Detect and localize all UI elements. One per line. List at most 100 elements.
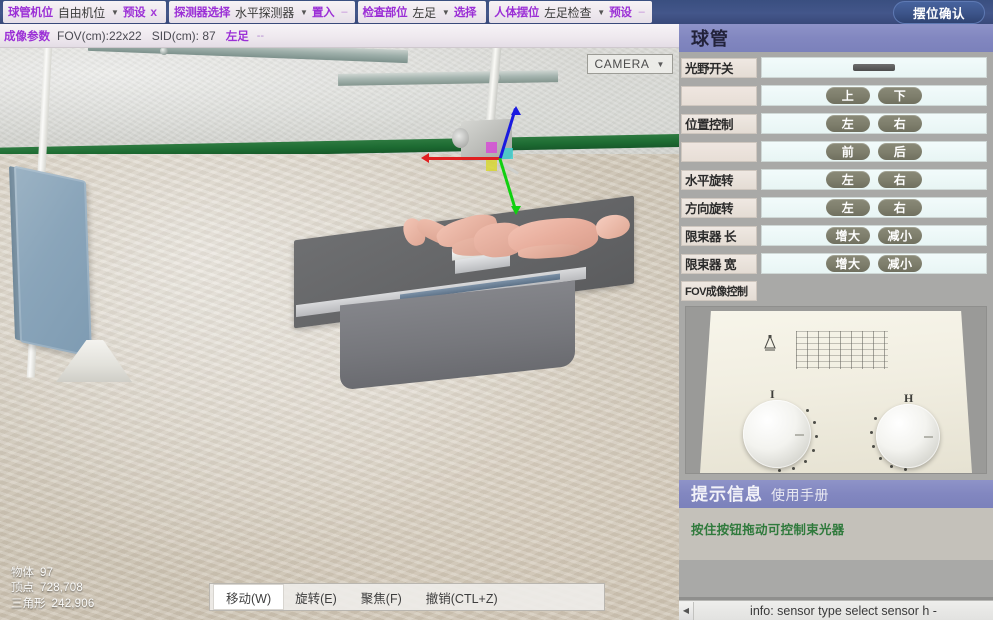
tips-message: 按住按钮拖动可控制束光器 — [691, 523, 845, 537]
chevron-down-icon[interactable]: ▼ — [597, 8, 605, 17]
stat-vertices-label: 顶点 — [11, 582, 34, 594]
move-down-button[interactable]: 下 — [878, 87, 922, 104]
3d-viewport[interactable]: CAMERA ▼ 物体 97 顶点 728,708 三角形 242,906 移动(W)… — [0, 48, 679, 620]
chevron-down-icon[interactable]: ▼ — [656, 60, 665, 69]
stat-objects-value: 97 — [40, 566, 54, 579]
move-right-button[interactable]: 右 — [878, 115, 922, 132]
gizmo-arrow-x-icon[interactable] — [421, 153, 429, 163]
preset-label-1: 预设 — [122, 7, 146, 19]
vertical-button-field: 上 下 — [761, 85, 987, 106]
lamp-icon — [764, 335, 776, 351]
control-row-longitudinal: 前 后 — [679, 140, 987, 163]
tips-body: 按住按钮拖动可控制束光器 — [679, 508, 993, 560]
vertical-label-blank — [681, 85, 757, 106]
sid-value: SID(cm): 87 — [151, 28, 216, 43]
collimator-length-label: 限束器 长 — [681, 225, 757, 246]
tube-controls: 光野开关 上 下 位置控制 左 右 前 后 水平旋转 左 右 方向旋转 左 右 … — [679, 52, 993, 302]
move-left-button[interactable]: 左 — [826, 115, 870, 132]
scroll-left-icon[interactable]: ◀ — [679, 601, 694, 620]
right-collimator-knob[interactable] — [876, 404, 940, 468]
stat-triangles: 三角形 242,906 — [11, 597, 94, 613]
separator-dash: – — [341, 6, 348, 18]
rotate-horizontal-left-button[interactable]: 左 — [826, 171, 870, 188]
control-row-position: 位置控制 左 右 — [679, 112, 987, 135]
gizmo-plane-xy[interactable] — [486, 142, 497, 153]
stat-objects: 物体 97 — [11, 566, 94, 582]
close-icon[interactable]: x — [150, 5, 157, 19]
toolbar-group-body-position[interactable]: 人体摆位 左足检查 ▼ 预设 – — [489, 1, 652, 23]
collimator-technique-chart — [796, 331, 888, 369]
chevron-down-icon[interactable]: ▼ — [442, 8, 450, 17]
toolbar-group-tube-position[interactable]: 球管机位 自由机位 ▼ 预设 x — [3, 1, 167, 23]
fov-value: FOV(cm):22x22 — [57, 28, 142, 43]
tube-position-label: 球管机位 — [8, 7, 53, 19]
light-field-slider-track[interactable] — [761, 57, 987, 78]
control-row-vertical: 上 下 — [679, 84, 987, 107]
right-knob-indicator — [924, 436, 933, 438]
stat-triangles-label: 三角形 — [11, 597, 46, 610]
gizmo-axis-x[interactable] — [428, 157, 500, 160]
control-row-light-field: 光野开关 — [679, 56, 987, 79]
toolbar-group-exam-site[interactable]: 检查部位 左足 ▼ 选择 — [357, 1, 487, 23]
light-field-switch-label: 光野开关 — [681, 57, 757, 78]
insert-label[interactable]: 置入 — [312, 4, 335, 20]
move-up-button[interactable]: 上 — [826, 87, 870, 104]
collimator-width-label: 限束器 宽 — [681, 253, 757, 274]
panel-title: 球管 — [679, 24, 993, 52]
gizmo-arrow-z-icon[interactable] — [511, 206, 521, 215]
application-window: 球管机位 自由机位 ▼ 预设 x 探测器选择 水平探测器 ▼ 置入 – 检查部位… — [0, 0, 993, 620]
collimator-lens — [452, 128, 469, 148]
param-dash: -- — [256, 29, 265, 42]
status-text: info: sensor type select sensor h - — [750, 603, 937, 618]
body-position-value: 左足检查 — [544, 5, 592, 20]
status-bar: ◀ info: sensor type select sensor h - — [679, 600, 993, 620]
patient-head — [593, 211, 633, 242]
toolbar-group-detector-select[interactable]: 探测器选择 水平探测器 ▼ 置入 – — [169, 1, 355, 23]
tool-move-button[interactable]: 移动(W) — [214, 585, 284, 609]
stat-objects-label: 物体 — [11, 566, 34, 579]
collimator-width-decrease-button[interactable]: 减小 — [878, 255, 922, 272]
gizmo-arrow-y-icon[interactable] — [511, 106, 521, 115]
light-field-slider-handle[interactable] — [853, 64, 895, 71]
left-collimator-knob[interactable] — [743, 400, 811, 468]
gizmo-plane-xz[interactable] — [486, 160, 497, 171]
detector-select-label: 探测器选择 — [174, 7, 231, 19]
collimator-length-increase-button[interactable]: 增大 — [826, 227, 870, 244]
tool-undo-button[interactable]: 撤销(CTL+Z) — [414, 585, 510, 609]
collimator-width-field: 增大 减小 — [761, 253, 987, 274]
preset-label-2[interactable]: 预设 — [609, 4, 632, 20]
collimator-width-increase-button[interactable]: 增大 — [826, 255, 870, 272]
stat-triangles-value: 242,906 — [51, 597, 95, 610]
separator-dash: – — [638, 6, 645, 18]
rotate-horizontal-right-button[interactable]: 右 — [878, 171, 922, 188]
camera-dropdown-label: CAMERA — [594, 57, 650, 71]
stat-vertices-value: 728,708 — [40, 582, 83, 594]
left-knob-letter: I — [770, 387, 775, 401]
left-knob-indicator — [795, 434, 804, 436]
control-row-horizontal-rotation: 水平旋转 左 右 — [679, 168, 987, 191]
position-confirm-button[interactable]: 摆位确认 — [893, 1, 985, 24]
collimator-photo[interactable]: I H — [685, 306, 987, 474]
bucky-detector-panel[interactable] — [13, 165, 93, 358]
longitudinal-button-field: 前 后 — [761, 141, 987, 162]
chevron-down-icon[interactable]: ▼ — [300, 8, 308, 17]
move-back-button[interactable]: 后 — [878, 143, 922, 160]
collimator-length-decrease-button[interactable]: 减小 — [878, 227, 922, 244]
camera-dropdown[interactable]: CAMERA ▼ — [586, 54, 673, 74]
tool-focus-button[interactable]: 聚焦(F) — [349, 585, 414, 609]
move-front-button[interactable]: 前 — [826, 143, 870, 160]
direction-rotation-field: 左 右 — [761, 197, 987, 218]
rotate-direction-left-button[interactable]: 左 — [826, 199, 870, 216]
detector-select-value: 水平探测器 — [235, 5, 295, 20]
chevron-down-icon[interactable]: ▼ — [111, 8, 119, 17]
manual-link[interactable]: 使用手册 — [771, 485, 829, 505]
tube-position-value: 自由机位 — [57, 5, 106, 20]
tube-control-panel: 球管 光野开关 上 下 位置控制 左 右 前 后 水平旋转 左 右 方向旋转 左… — [679, 24, 993, 620]
direction-rotation-label: 方向旋转 — [681, 197, 757, 218]
tool-rotate-button[interactable]: 旋转(E) — [283, 585, 349, 609]
rotate-direction-right-button[interactable]: 右 — [878, 199, 922, 216]
viewport-tool-bar: 移动(W) 旋转(E) 聚焦(F) 撤销(CTL+Z) — [209, 583, 605, 611]
select-label[interactable]: 选择 — [454, 4, 477, 20]
scene-statistics: 物体 97 顶点 728,708 三角形 242,906 — [11, 566, 94, 613]
patient-phantom[interactable] — [400, 209, 660, 288]
